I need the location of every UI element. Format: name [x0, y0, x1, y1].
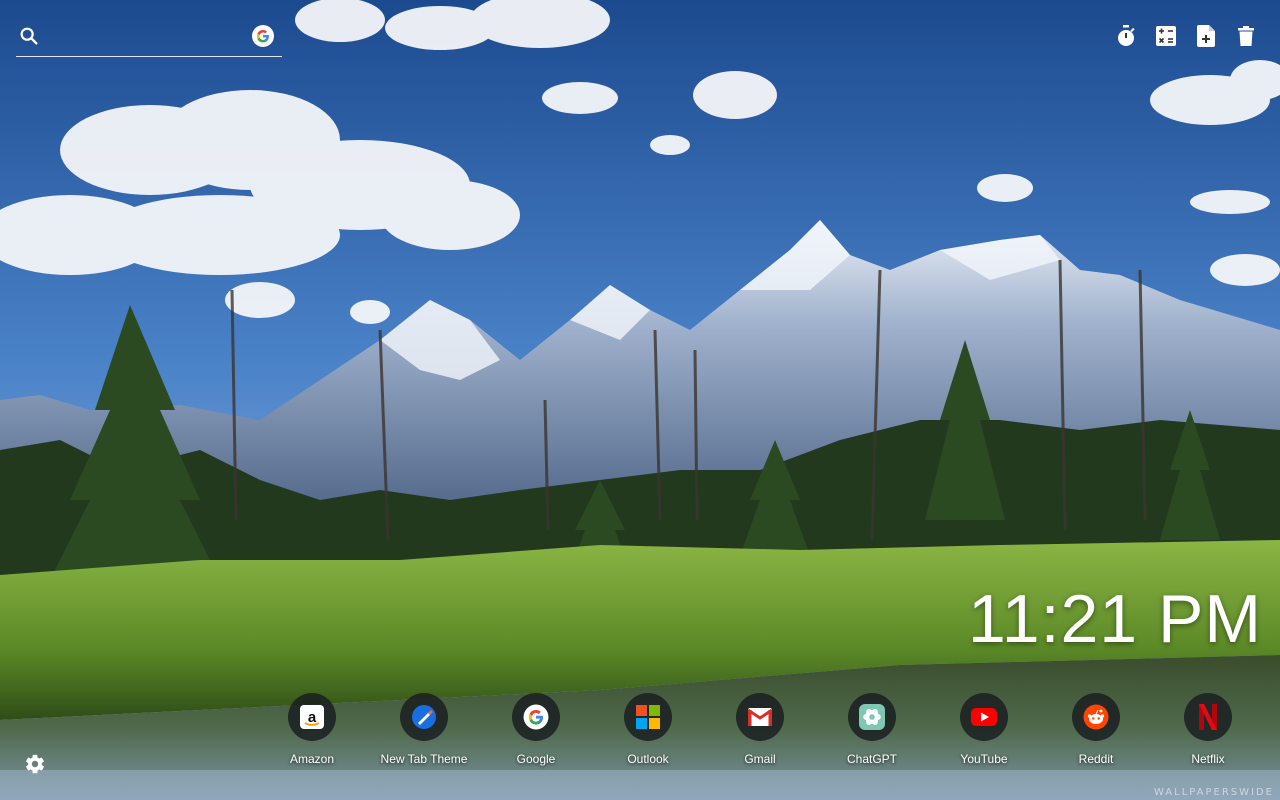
shortcut-label: YouTube [960, 752, 1008, 766]
google-icon[interactable] [252, 25, 274, 47]
shortcut-label: ChatGPT [846, 752, 897, 766]
shortcut-chatgpt[interactable]: ChatGPT [816, 693, 928, 766]
shortcut-new-tab-theme[interactable]: New Tab Theme [368, 693, 480, 766]
netflix-icon [1184, 693, 1232, 741]
search-input[interactable] [48, 24, 252, 52]
shortcut-amazon[interactable]: a Amazon [256, 693, 368, 766]
shortcut-netflix[interactable]: Netflix [1152, 693, 1264, 766]
amazon-icon: a [288, 693, 336, 741]
microsoft-icon [624, 693, 672, 741]
search-bar [16, 22, 282, 57]
shortcut-youtube[interactable]: YouTube [928, 693, 1040, 766]
shortcut-dock: a Amazon New Tab Theme Google Outlook Gm [256, 693, 1264, 766]
gear-icon[interactable] [24, 753, 48, 777]
clock-time: 11:21 PM [967, 581, 1262, 657]
gmail-icon [736, 693, 784, 741]
google-icon [512, 693, 560, 741]
wallpaper-background [0, 0, 1280, 800]
shortcut-label: Google [516, 752, 556, 766]
shortcut-label: Reddit [1078, 752, 1114, 766]
shortcut-outlook[interactable]: Outlook [592, 693, 704, 766]
reddit-icon [1072, 693, 1120, 741]
calculator-icon[interactable] [1154, 24, 1178, 48]
shortcut-label: Netflix [1191, 752, 1225, 766]
new-tab-theme-icon [400, 693, 448, 741]
youtube-icon [960, 693, 1008, 741]
stopwatch-icon[interactable] [1114, 24, 1138, 48]
shortcut-reddit[interactable]: Reddit [1040, 693, 1152, 766]
shortcut-label: Gmail [744, 752, 776, 766]
trash-icon[interactable] [1234, 24, 1258, 48]
toolbar [1114, 24, 1258, 48]
watermark-text: WALLPAPERSWIDE [1153, 787, 1274, 798]
shortcut-google[interactable]: Google [480, 693, 592, 766]
shortcut-gmail[interactable]: Gmail [704, 693, 816, 766]
shortcut-label: New Tab Theme [380, 752, 468, 766]
shortcut-label: Amazon [289, 752, 335, 766]
search-icon[interactable] [18, 25, 40, 47]
svg-text:a: a [308, 709, 317, 726]
chatgpt-icon [848, 693, 896, 741]
shortcut-label: Outlook [627, 752, 669, 766]
note-add-icon[interactable] [1194, 24, 1218, 48]
